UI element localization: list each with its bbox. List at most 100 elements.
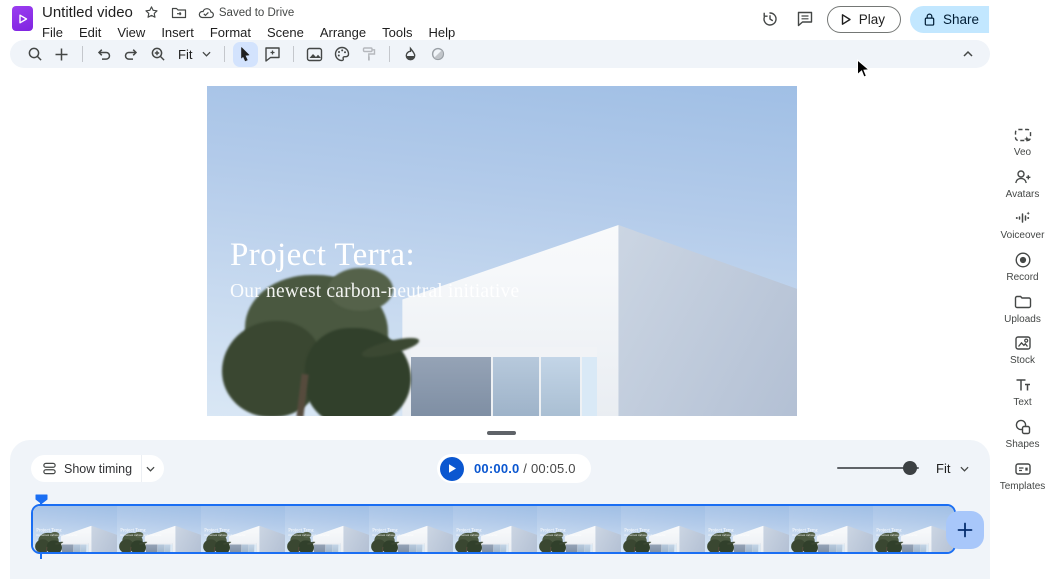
- slide-title[interactable]: Project Terra:: [624, 527, 665, 532]
- comment-icon[interactable]: [792, 6, 818, 32]
- timeline-play-button[interactable]: [440, 457, 464, 481]
- timeline-clip[interactable]: Project Terra: Our newest carbon-neutral…: [31, 504, 956, 554]
- slide-subtitle[interactable]: Our newest carbon-neutral initiative: [624, 534, 665, 537]
- timeline-zoom-slider[interactable]: [837, 461, 919, 475]
- slide-title[interactable]: Project Terra:: [456, 527, 497, 532]
- slide-subtitle[interactable]: Our newest carbon-neutral initiative: [288, 534, 329, 537]
- menu-item-insert[interactable]: Insert: [154, 24, 201, 41]
- timeline-thumbnail[interactable]: Project Terra: Our newest carbon-neutral…: [537, 506, 621, 552]
- timeline-thumbnail[interactable]: Project Terra: Our newest carbon-neutral…: [453, 506, 537, 552]
- slide-subtitle[interactable]: Our newest carbon-neutral initiative: [36, 534, 77, 537]
- recess-shadow: [230, 544, 241, 552]
- timeline-thumbnail[interactable]: Project Terra: Our newest carbon-neutral…: [369, 506, 453, 552]
- timeline-thumbnail[interactable]: Project Terra: Our newest carbon-neutral…: [285, 506, 369, 552]
- menu-item-tools[interactable]: Tools: [375, 24, 419, 41]
- slide-title[interactable]: Project Terra:: [540, 527, 581, 532]
- document-title[interactable]: Untitled video: [42, 4, 133, 21]
- slide-title[interactable]: Project Terra:: [876, 527, 917, 532]
- slide-subtitle[interactable]: Our newest carbon-neutral initiative: [876, 534, 917, 537]
- slide-subtitle[interactable]: Our newest carbon-neutral initiative: [456, 534, 497, 537]
- play-button[interactable]: Play: [827, 6, 901, 33]
- slide-text-box[interactable]: Project Terra: Our newest carbon-neutral…: [372, 527, 413, 536]
- saved-status-label: Saved to Drive: [219, 7, 294, 19]
- timeline-thumbnail[interactable]: Project Terra: Our newest carbon-neutral…: [873, 506, 956, 552]
- slide-text-box[interactable]: Project Terra: Our newest carbon-neutral…: [204, 527, 245, 536]
- menu-item-view[interactable]: View: [110, 24, 152, 41]
- background-fill-icon[interactable]: [398, 42, 423, 67]
- menu-item-help[interactable]: Help: [421, 24, 462, 41]
- sidebar-item-record[interactable]: Record: [990, 249, 1055, 291]
- menu-item-arrange[interactable]: Arrange: [313, 24, 373, 41]
- zoom-icon[interactable]: [145, 42, 170, 67]
- slide-text-box[interactable]: Project Terra: Our newest carbon-neutral…: [456, 527, 497, 536]
- redo-icon[interactable]: [118, 42, 143, 67]
- slide-subtitle[interactable]: Our newest carbon-neutral initiative: [230, 281, 519, 303]
- sidebar-item-stock[interactable]: Stock: [990, 332, 1055, 374]
- slide-subtitle[interactable]: Our newest carbon-neutral initiative: [708, 534, 749, 537]
- slide-title[interactable]: Project Terra:: [230, 237, 519, 274]
- show-timing-button[interactable]: Show timing: [31, 455, 164, 482]
- sidebar-item-shapes[interactable]: Shapes: [990, 416, 1055, 458]
- slide-subtitle[interactable]: Our newest carbon-neutral initiative: [540, 534, 581, 537]
- menu-item-scene[interactable]: Scene: [260, 24, 311, 41]
- slide-title[interactable]: Project Terra:: [792, 527, 833, 532]
- add-icon[interactable]: [49, 42, 74, 67]
- timeline-thumbnail[interactable]: Project Terra: Our newest carbon-neutral…: [621, 506, 705, 552]
- sidebar-item-voiceover[interactable]: Voiceover: [990, 207, 1055, 249]
- move-folder-icon[interactable]: [171, 5, 187, 21]
- slide-title[interactable]: Project Terra:: [372, 527, 413, 532]
- timeline-fit-select[interactable]: Fit: [936, 461, 969, 476]
- timeline-thumbnail[interactable]: Project Terra: Our newest carbon-neutral…: [201, 506, 285, 552]
- vids-logo-icon[interactable]: [12, 6, 33, 31]
- select-tool-icon[interactable]: [233, 42, 258, 67]
- insert-image-icon[interactable]: [302, 42, 327, 67]
- slide-title[interactable]: Project Terra:: [120, 527, 161, 532]
- timeline-thumbnail[interactable]: Project Terra: Our newest carbon-neutral…: [705, 506, 789, 552]
- slide-subtitle[interactable]: Our newest carbon-neutral initiative: [792, 534, 833, 537]
- slider-knob[interactable]: [903, 461, 917, 475]
- scene-drag-handle[interactable]: [487, 431, 516, 435]
- slide-subtitle[interactable]: Our newest carbon-neutral initiative: [120, 534, 161, 537]
- slide-text-box[interactable]: Project Terra: Our newest carbon-neutral…: [708, 527, 749, 536]
- star-icon[interactable]: [144, 5, 160, 21]
- show-timing-dropdown[interactable]: [141, 455, 155, 482]
- scene-canvas[interactable]: Project Terra: Our newest carbon-neutral…: [207, 86, 797, 416]
- sidebar-item-avatars[interactable]: Avatars: [990, 166, 1055, 208]
- slide-text-box[interactable]: Project Terra: Our newest carbon-neutral…: [120, 527, 161, 536]
- slide-text-box[interactable]: Project Terra: Our newest carbon-neutral…: [540, 527, 581, 536]
- search-icon[interactable]: [22, 42, 47, 67]
- sidebar-item-veo[interactable]: Veo: [990, 124, 1055, 166]
- theme-palette-icon[interactable]: [329, 42, 354, 67]
- slide-title[interactable]: Project Terra:: [288, 527, 329, 532]
- slide-title[interactable]: Project Terra:: [708, 527, 749, 532]
- sidebar-item-templates[interactable]: Templates: [990, 458, 1055, 500]
- saved-status[interactable]: Saved to Drive: [198, 6, 294, 19]
- undo-icon[interactable]: [91, 42, 116, 67]
- slide-text-box[interactable]: Project Terra: Our newest carbon-neutral…: [288, 527, 329, 536]
- building-window-recess: [230, 543, 256, 552]
- sidebar-item-uploads[interactable]: Uploads: [990, 291, 1055, 333]
- menu-item-file[interactable]: File: [35, 24, 70, 41]
- timeline-thumbnail[interactable]: Project Terra: Our newest carbon-neutral…: [33, 506, 117, 552]
- zoom-fit-select[interactable]: Fit: [172, 47, 216, 62]
- collapse-toolbar-icon[interactable]: [955, 42, 980, 67]
- slide-subtitle[interactable]: Our newest carbon-neutral initiative: [204, 534, 245, 537]
- add-scene-button[interactable]: [946, 511, 984, 549]
- slide-text-box[interactable]: Project Terra: Our newest carbon-neutral…: [792, 527, 833, 536]
- transparency-icon[interactable]: [425, 42, 450, 67]
- timeline-thumbnail[interactable]: Project Terra: Our newest carbon-neutral…: [117, 506, 201, 552]
- slide-subtitle[interactable]: Our newest carbon-neutral initiative: [372, 534, 413, 537]
- timeline-thumbnail[interactable]: Project Terra: Our newest carbon-neutral…: [789, 506, 873, 552]
- slide-text-box[interactable]: Project Terra: Our newest carbon-neutral…: [624, 527, 665, 536]
- slide-title[interactable]: Project Terra:: [204, 527, 245, 532]
- slide-text-box[interactable]: Project Terra: Our newest carbon-neutral…: [36, 527, 77, 536]
- sidebar-item-text[interactable]: Text: [990, 374, 1055, 416]
- menu-item-format[interactable]: Format: [203, 24, 258, 41]
- slide-text-box[interactable]: Project Terra: Our newest carbon-neutral…: [876, 527, 917, 536]
- version-history-icon[interactable]: [757, 6, 783, 32]
- toolbar-divider: [293, 46, 294, 62]
- menu-item-edit[interactable]: Edit: [72, 24, 108, 41]
- add-comment-icon[interactable]: [260, 42, 285, 67]
- slide-text-box[interactable]: Project Terra: Our newest carbon-neutral…: [230, 237, 519, 303]
- slide-title[interactable]: Project Terra:: [36, 527, 77, 532]
